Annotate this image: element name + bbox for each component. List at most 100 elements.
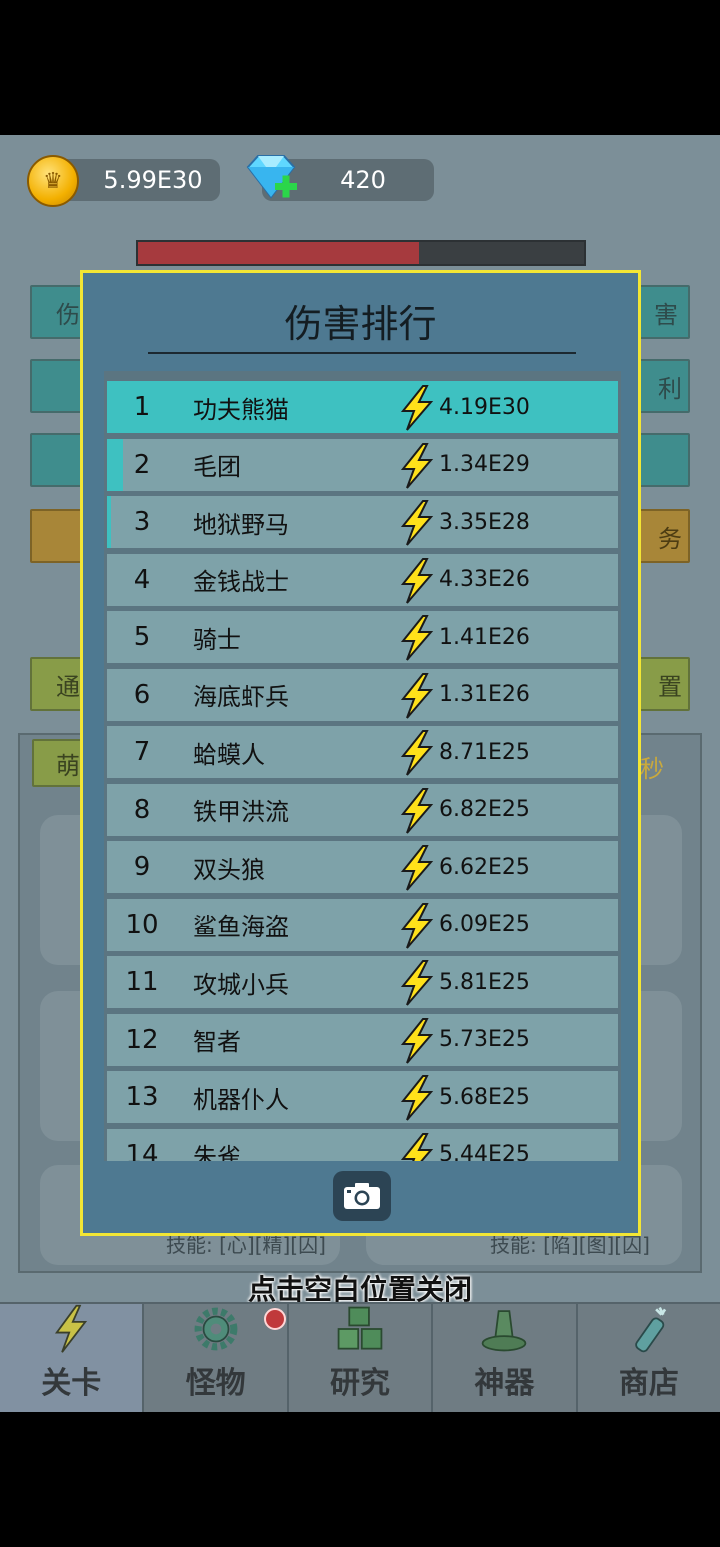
monster-name: 金钱战士 <box>193 568 289 596</box>
lightning-icon <box>400 845 434 891</box>
nav-label: 商店 <box>618 1366 679 1401</box>
rank-number: 12 <box>125 1024 159 1055</box>
ranking-row[interactable]: 1 功夫熊猫 4.19E30 <box>107 381 618 433</box>
monster-name: 骑士 <box>193 625 241 654</box>
screenshot-button[interactable] <box>333 1171 391 1221</box>
rank-number: 5 <box>133 622 151 652</box>
lightning-icon <box>400 730 434 776</box>
bottom-nav: 关卡 怪物 研究 神器 商店 <box>0 1302 720 1412</box>
damage-ranking-dialog: 伤害排行 1 功夫熊猫 4.19E30 2 毛团 1.34E29 3 地狱野马 3.35E28 4… <box>80 270 641 1236</box>
blocks-icon <box>337 1306 383 1350</box>
damage-value: 1.31E26 <box>439 682 530 707</box>
lightning-icon <box>400 902 434 949</box>
rank-number: 6 <box>133 679 151 710</box>
damage-value: 5.68E25 <box>439 1084 530 1110</box>
monster-name: 双头狼 <box>193 855 265 884</box>
rank-number: 4 <box>133 564 151 595</box>
rank-number: 7 <box>133 737 151 767</box>
damage-value: 5.81E25 <box>439 969 530 995</box>
monster-name: 铁甲洪流 <box>193 798 289 826</box>
nav-shop[interactable]: 商店 <box>578 1304 720 1412</box>
title-divider <box>148 352 576 354</box>
rank-number: 14 <box>125 1139 159 1162</box>
ranking-row[interactable]: 14 朱雀 5.44E25 <box>107 1128 618 1162</box>
monster-name: 攻城小兵 <box>193 970 289 999</box>
diamond-plus-icon[interactable] <box>242 153 300 205</box>
lightning-icon <box>55 1304 88 1353</box>
per-second-label: 秒 <box>640 755 664 783</box>
ranking-row[interactable]: 12 智者 5.73E25 <box>107 1013 618 1066</box>
damage-value: 3.35E28 <box>439 509 530 535</box>
dialog-title: 伤害排行 <box>284 302 437 346</box>
damage-value: 6.62E25 <box>439 854 530 880</box>
nav-monsters[interactable]: 怪物 <box>144 1304 289 1412</box>
damage-value: 6.82E25 <box>439 797 530 822</box>
nav-stages[interactable]: 关卡 <box>0 1304 145 1412</box>
monster-name: 毛团 <box>193 453 241 481</box>
nav-artifacts[interactable]: 神器 <box>433 1304 578 1412</box>
ranking-row[interactable]: 8 铁甲洪流 6.82E25 <box>107 783 618 836</box>
notification-dot <box>264 1308 287 1330</box>
nav-label: 关卡 <box>41 1366 102 1401</box>
gear-icon <box>194 1307 238 1351</box>
lightning-icon <box>400 442 434 489</box>
btn-label: 通 <box>56 672 80 701</box>
ranking-list-frame[interactable]: 1 功夫熊猫 4.19E30 2 毛团 1.34E29 3 地狱野马 3.35E28 4 金钱战士 4… <box>104 371 621 1161</box>
ranking-row[interactable]: 2 毛团 1.34E29 <box>107 438 618 491</box>
ranking-row[interactable]: 6 海底虾兵 1.31E26 <box>107 668 618 721</box>
damage-value: 8.71E25 <box>439 739 530 765</box>
ranking-row[interactable]: 4 金钱战士 4.33E26 <box>107 553 618 606</box>
btn-label: 置 <box>658 672 682 701</box>
nav-research[interactable]: 研究 <box>289 1304 434 1412</box>
nav-label: 研究 <box>330 1366 391 1401</box>
hat-icon <box>482 1310 527 1352</box>
damage-value: 6.09E25 <box>439 912 530 937</box>
monster-name: 机器仆人 <box>193 1085 289 1114</box>
lightning-icon <box>400 787 434 834</box>
rank-number: 1 <box>133 392 151 422</box>
rank-number: 10 <box>125 909 159 940</box>
camera-icon <box>344 1183 380 1209</box>
damage-value: 1.34E29 <box>439 452 530 477</box>
damage-value: 5.44E25 <box>439 1142 530 1161</box>
ranking-row[interactable]: 9 双头狼 6.62E25 <box>107 841 618 893</box>
rank-number: 9 <box>133 852 151 882</box>
ranking-row[interactable]: 11 攻城小兵 5.81E25 <box>107 956 618 1008</box>
lightning-icon <box>400 672 434 719</box>
monster-name: 蛤蟆人 <box>193 740 265 769</box>
monster-name: 地狱野马 <box>193 510 289 539</box>
ranking-row[interactable]: 5 骑士 1.41E26 <box>107 611 618 663</box>
damage-value: 4.33E26 <box>439 567 530 592</box>
ranking-row[interactable]: 10 鲨鱼海盗 6.09E25 <box>107 898 618 951</box>
lightning-icon <box>400 1132 434 1161</box>
crown-coin-icon: ♛ <box>27 155 79 207</box>
boss-hp-bar <box>136 240 586 266</box>
btn-label: 伤 <box>56 300 80 329</box>
btn-label: 害 <box>654 300 678 329</box>
rank-number: 13 <box>125 1082 159 1112</box>
monster-name: 智者 <box>193 1028 241 1056</box>
lightning-icon <box>400 960 434 1006</box>
damage-value: 5.73E25 <box>439 1027 530 1052</box>
gem-value: 420 <box>340 166 386 194</box>
damage-value: 4.19E30 <box>439 394 530 420</box>
btn-label: 萌 <box>56 751 80 780</box>
btn-label: 利 <box>658 374 682 403</box>
bottle-icon <box>635 1306 667 1353</box>
ranking-row[interactable]: 13 机器仆人 5.68E25 <box>107 1071 618 1123</box>
rank-number: 3 <box>133 507 151 537</box>
lightning-icon <box>400 385 434 431</box>
damage-value: 1.41E26 <box>439 624 530 650</box>
lightning-icon <box>400 1017 434 1064</box>
gold-value: 5.99E30 <box>103 166 203 194</box>
boss-hp-fill <box>138 242 419 264</box>
btn-label: 务 <box>658 524 682 553</box>
monster-name: 海底虾兵 <box>193 683 289 711</box>
lightning-icon <box>400 500 434 546</box>
ranking-row[interactable]: 7 蛤蟆人 8.71E25 <box>107 726 618 778</box>
ranking-row[interactable]: 3 地狱野马 3.35E28 <box>107 496 618 548</box>
monster-name: 鲨鱼海盗 <box>193 913 289 941</box>
rank-number: 11 <box>125 967 159 997</box>
monster-name: 功夫熊猫 <box>193 395 289 424</box>
ranking-list[interactable]: 1 功夫熊猫 4.19E30 2 毛团 1.34E29 3 地狱野马 3.35E28 4 金钱战士 4… <box>107 381 618 1161</box>
